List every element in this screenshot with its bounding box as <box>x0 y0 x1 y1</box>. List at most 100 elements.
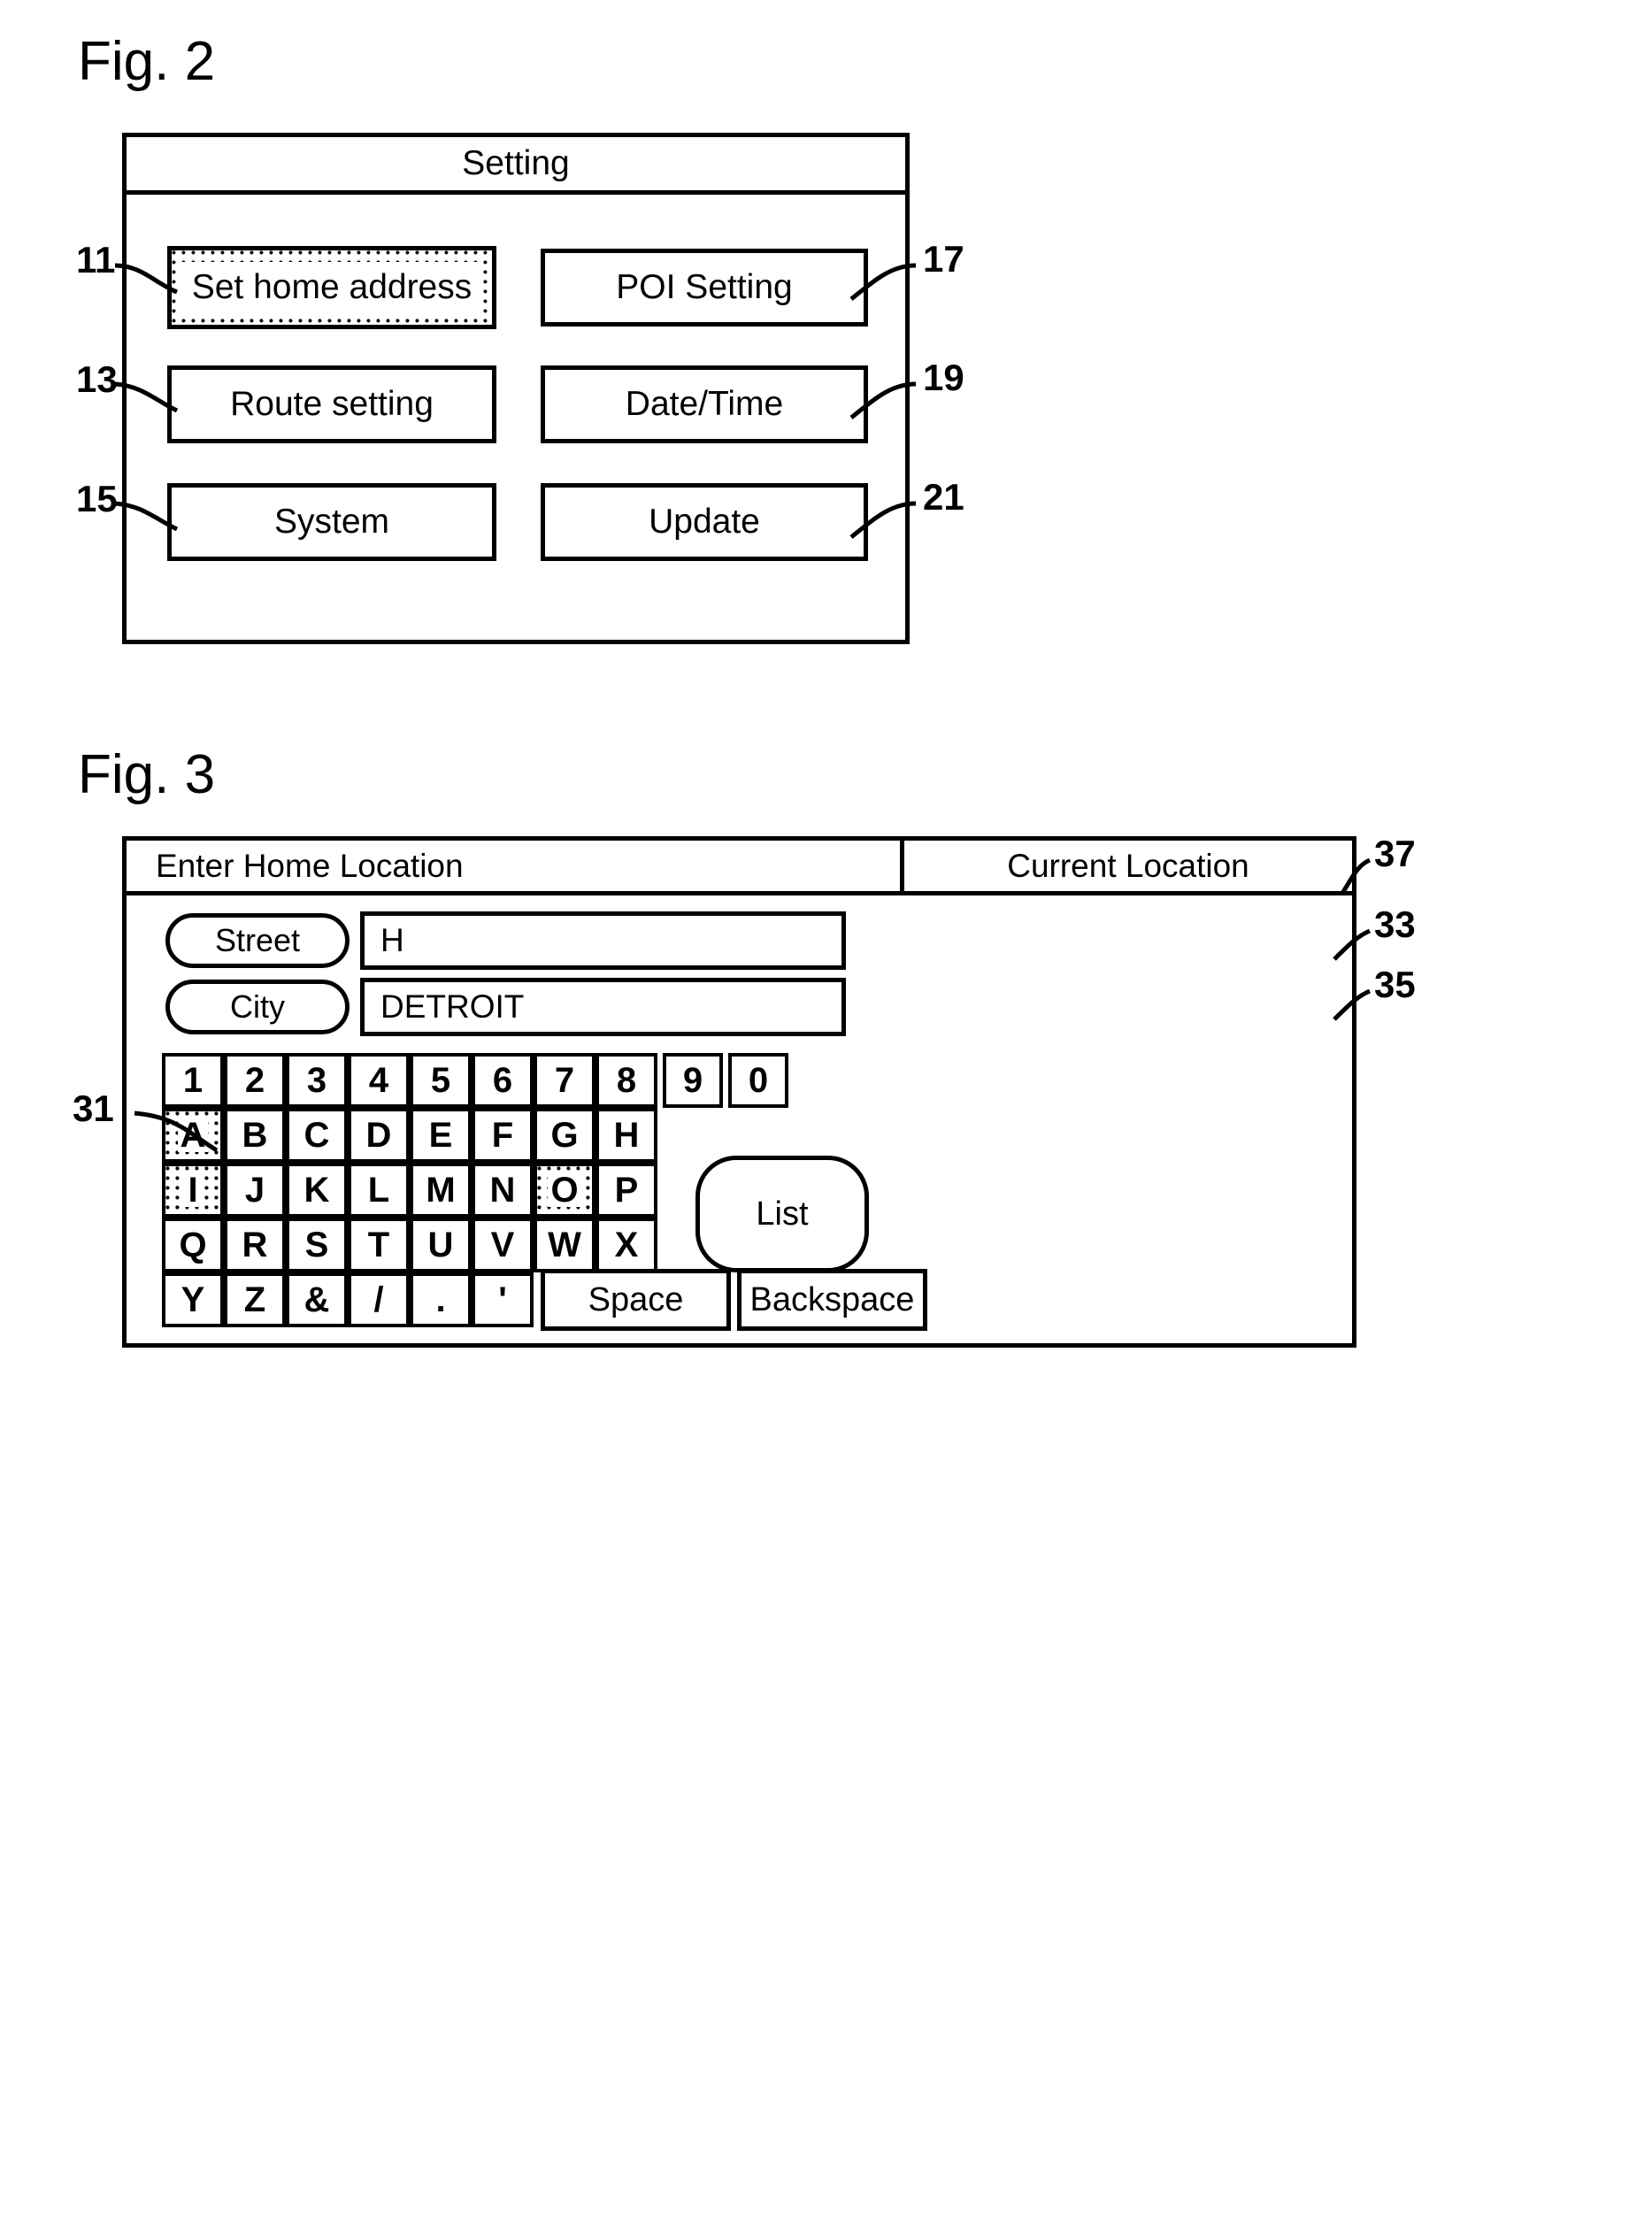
key-q[interactable]: Q <box>162 1218 224 1272</box>
key-a-label: A <box>177 1118 209 1153</box>
city-input-value: DETROIT <box>380 988 525 1025</box>
key-e[interactable]: E <box>410 1108 472 1163</box>
ref-numeral-37: 37 <box>1374 833 1416 874</box>
street-input[interactable]: H <box>360 911 846 970</box>
ref-numeral-35: 35 <box>1374 964 1416 1005</box>
key-p-label: P <box>614 1170 639 1210</box>
set-home-address-label: Set home address <box>186 268 478 307</box>
key-b[interactable]: B <box>224 1108 286 1163</box>
key-4[interactable]: 4 <box>348 1053 410 1108</box>
key-y[interactable]: Y <box>162 1272 224 1327</box>
key-i-label: I <box>185 1172 201 1208</box>
key-d[interactable]: D <box>348 1108 410 1163</box>
key-m[interactable]: M <box>410 1163 472 1218</box>
key-slash[interactable]: / <box>348 1272 410 1327</box>
key-f[interactable]: F <box>472 1108 534 1163</box>
key-i[interactable]: I <box>162 1163 224 1218</box>
date-time-button[interactable]: Date/Time <box>541 365 868 443</box>
fig2-screen-title: Setting <box>462 144 570 182</box>
backspace-button[interactable]: Backspace <box>737 1269 927 1331</box>
poi-setting-label: POI Setting <box>616 268 793 306</box>
key-c[interactable]: C <box>286 1108 348 1163</box>
key-1-label: 1 <box>182 1060 204 1100</box>
key-x[interactable]: X <box>595 1218 657 1272</box>
key-h[interactable]: H <box>595 1108 657 1163</box>
key-3[interactable]: 3 <box>286 1053 348 1108</box>
key-2[interactable]: 2 <box>224 1053 286 1108</box>
key-4-label: 4 <box>368 1060 389 1100</box>
key-1[interactable]: 1 <box>162 1053 224 1108</box>
key-s-label: S <box>304 1225 329 1264</box>
key-slash-label: / <box>373 1280 384 1319</box>
key-m-label: M <box>426 1170 456 1210</box>
key-0-label: 0 <box>748 1060 769 1100</box>
current-location-button[interactable]: Current Location <box>900 841 1352 891</box>
figure-3-caption: Fig. 3 <box>78 744 216 805</box>
fig3-screen-title: Enter Home Location <box>156 847 464 884</box>
key-ampersand[interactable]: & <box>286 1272 348 1327</box>
key-o-label: O <box>548 1172 581 1208</box>
key-p[interactable]: P <box>595 1163 657 1218</box>
ref-numeral-11: 11 <box>76 239 116 281</box>
key-y-label: Y <box>181 1280 205 1319</box>
key-0[interactable]: 0 <box>728 1053 788 1108</box>
ref-numeral-17: 17 <box>923 238 964 280</box>
space-button-label: Space <box>588 1280 684 1318</box>
key-k-label: K <box>304 1170 330 1210</box>
key-c-label: C <box>304 1115 330 1155</box>
key-apostrophe[interactable]: ' <box>472 1272 534 1327</box>
current-location-label: Current Location <box>1007 847 1249 884</box>
key-f-label: F <box>491 1115 514 1155</box>
key-9[interactable]: 9 <box>663 1053 723 1108</box>
fig3-title-bar: Enter Home Location Current Location <box>127 841 1352 895</box>
key-q-label: Q <box>179 1225 207 1264</box>
key-g[interactable]: G <box>534 1108 595 1163</box>
key-j[interactable]: J <box>224 1163 286 1218</box>
key-z[interactable]: Z <box>224 1272 286 1327</box>
key-l-label: L <box>367 1170 390 1210</box>
key-w-label: W <box>548 1225 581 1264</box>
key-6[interactable]: 6 <box>472 1053 534 1108</box>
key-8[interactable]: 8 <box>595 1053 657 1108</box>
street-input-value: H <box>380 922 404 958</box>
ref-numeral-15: 15 <box>76 478 118 519</box>
route-setting-label: Route setting <box>230 385 434 423</box>
key-7-label: 7 <box>554 1060 575 1100</box>
key-2-label: 2 <box>244 1060 265 1100</box>
key-z-label: Z <box>243 1280 266 1319</box>
key-8-label: 8 <box>616 1060 637 1100</box>
city-input[interactable]: DETROIT <box>360 978 846 1036</box>
key-s[interactable]: S <box>286 1218 348 1272</box>
key-r[interactable]: R <box>224 1218 286 1272</box>
list-button[interactable]: List <box>695 1156 869 1272</box>
key-7[interactable]: 7 <box>534 1053 595 1108</box>
key-9-label: 9 <box>682 1060 703 1100</box>
key-l[interactable]: L <box>348 1163 410 1218</box>
key-w[interactable]: W <box>534 1218 595 1272</box>
route-setting-button[interactable]: Route setting <box>167 365 496 443</box>
key-v[interactable]: V <box>472 1218 534 1272</box>
key-n-label: N <box>489 1170 516 1210</box>
key-v-label: V <box>490 1225 515 1264</box>
set-home-address-button[interactable]: Set home address <box>167 246 496 329</box>
poi-setting-button[interactable]: POI Setting <box>541 249 868 327</box>
key-k[interactable]: K <box>286 1163 348 1218</box>
key-period[interactable]: . <box>410 1272 472 1327</box>
system-button[interactable]: System <box>167 483 496 561</box>
street-pill-button[interactable]: Street <box>165 913 350 968</box>
key-n[interactable]: N <box>472 1163 534 1218</box>
list-button-label: List <box>756 1195 809 1233</box>
key-6-label: 6 <box>492 1060 513 1100</box>
key-5[interactable]: 5 <box>410 1053 472 1108</box>
ref-numeral-21: 21 <box>923 476 964 518</box>
street-pill-label: Street <box>214 922 301 958</box>
key-o[interactable]: O <box>534 1163 595 1218</box>
key-t[interactable]: T <box>348 1218 410 1272</box>
space-button[interactable]: Space <box>541 1269 731 1331</box>
key-u[interactable]: U <box>410 1218 472 1272</box>
city-pill-button[interactable]: City <box>165 980 350 1034</box>
key-ampersand-label: & <box>304 1280 330 1319</box>
update-button[interactable]: Update <box>541 483 868 561</box>
key-t-label: T <box>367 1225 390 1264</box>
key-a[interactable]: A <box>162 1108 224 1163</box>
